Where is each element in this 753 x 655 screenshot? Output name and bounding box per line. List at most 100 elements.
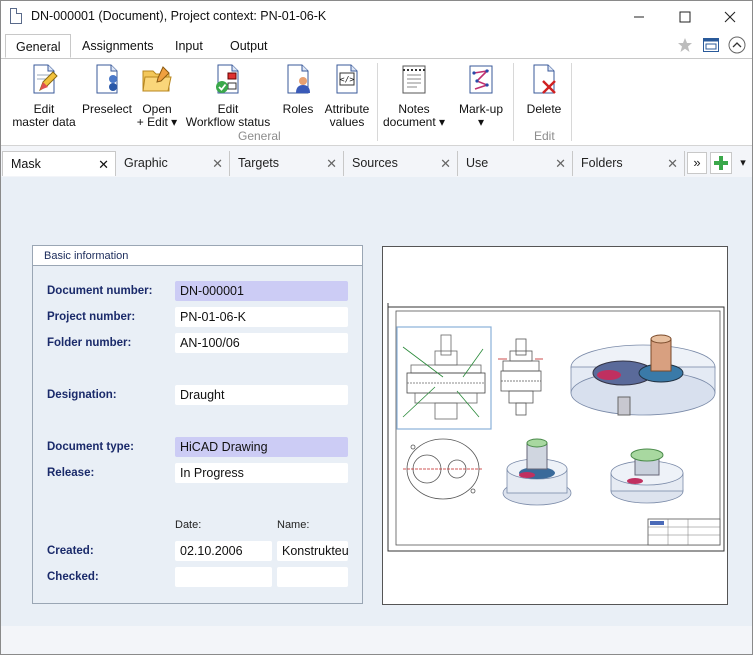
designation-label: Designation: bbox=[47, 389, 117, 401]
document-tab-strip: Mask ✕ Graphic ✕ Targets ✕ Sources ✕ Use… bbox=[1, 151, 752, 177]
drawing-preview[interactable] bbox=[382, 246, 728, 605]
title-bar[interactable]: DN-000001 (Document), Project context: P… bbox=[1, 1, 752, 32]
open-edit-button[interactable]: Open + Edit ▾ bbox=[135, 63, 179, 129]
release-label: Release: bbox=[47, 467, 95, 479]
tab-use[interactable]: Use ✕ bbox=[458, 151, 573, 176]
status-bar bbox=[1, 626, 752, 654]
window-title: DN-000001 (Document), Project context: P… bbox=[31, 9, 327, 23]
notes-label-2: document ▾ bbox=[382, 115, 446, 129]
window-layout-button[interactable] bbox=[701, 35, 721, 55]
checked-name-field[interactable] bbox=[277, 567, 348, 587]
document-type-field[interactable]: HiCAD Drawing bbox=[175, 437, 348, 457]
basic-information-header: Basic information bbox=[33, 246, 362, 266]
close-tab-icon[interactable]: ✕ bbox=[440, 151, 451, 176]
notes-document-button[interactable]: Notes document ▾ bbox=[379, 63, 449, 129]
ribbon-separator bbox=[571, 63, 572, 141]
delete-icon bbox=[533, 64, 556, 94]
tab-folders-label: Folders bbox=[581, 156, 623, 170]
tab-graphic[interactable]: Graphic ✕ bbox=[116, 151, 230, 176]
tab-folders[interactable]: Folders ✕ bbox=[573, 151, 685, 176]
favorite-button[interactable] bbox=[675, 35, 695, 55]
edit-document-icon bbox=[33, 64, 58, 94]
close-tab-icon[interactable]: ✕ bbox=[212, 151, 223, 176]
roles-label: Roles bbox=[282, 102, 314, 116]
roles-button[interactable]: Roles bbox=[279, 63, 317, 116]
ribbon-separator bbox=[513, 63, 514, 141]
close-tab-icon[interactable]: ✕ bbox=[98, 152, 109, 177]
tab-mask[interactable]: Mask ✕ bbox=[2, 151, 116, 176]
add-tab-button[interactable] bbox=[710, 152, 732, 174]
preselect-button[interactable]: Preselect bbox=[79, 63, 135, 116]
document-icon bbox=[10, 8, 22, 24]
document-number-label: Document number: bbox=[47, 285, 153, 297]
drawing-thumbnail bbox=[387, 303, 725, 552]
delete-button[interactable]: Delete bbox=[521, 63, 567, 116]
minimize-icon bbox=[634, 16, 644, 17]
tab-sources[interactable]: Sources ✕ bbox=[344, 151, 458, 176]
ribbon-tab-input[interactable]: Input bbox=[165, 34, 213, 58]
edit-master-data-button[interactable]: Edit master data bbox=[9, 63, 79, 129]
star-icon bbox=[678, 38, 692, 52]
created-date-field[interactable]: 02.10.2006 bbox=[175, 541, 272, 561]
ribbon-separator bbox=[377, 63, 378, 141]
release-field[interactable]: In Progress bbox=[175, 463, 348, 483]
markup-button[interactable]: Mark-up ▾ bbox=[453, 63, 509, 129]
add-tab-icon bbox=[714, 156, 728, 170]
ribbon-panel: Edit master data Preselect Open + Edit ▾… bbox=[1, 58, 752, 146]
name-column-header: Name: bbox=[277, 519, 310, 531]
created-name-field[interactable]: Konstrukteur bbox=[277, 541, 348, 561]
ribbon-group-edit-label: Edit bbox=[534, 129, 555, 143]
notes-icon bbox=[402, 65, 426, 94]
markup-icon bbox=[469, 65, 493, 94]
document-type-label: Document type: bbox=[47, 441, 134, 453]
date-column-header: Date: bbox=[175, 519, 202, 531]
tab-graphic-label: Graphic bbox=[124, 156, 168, 170]
window-layout-icon bbox=[703, 38, 719, 52]
basic-information-title: Basic information bbox=[44, 250, 129, 262]
checked-label: Checked: bbox=[47, 571, 99, 583]
preselect-icon bbox=[96, 64, 118, 94]
ribbon-tab-output[interactable]: Output bbox=[220, 34, 278, 58]
close-tab-icon[interactable]: ✕ bbox=[667, 151, 678, 176]
created-label: Created: bbox=[47, 545, 94, 557]
folder-number-field[interactable]: AN-100/06 bbox=[175, 333, 348, 353]
markup-label-2: ▾ bbox=[477, 115, 485, 129]
collapse-ribbon-button[interactable] bbox=[727, 35, 747, 55]
project-number-label: Project number: bbox=[47, 311, 136, 323]
tab-use-label: Use bbox=[466, 156, 489, 170]
tab-targets[interactable]: Targets ✕ bbox=[230, 151, 344, 176]
preselect-label: Preselect bbox=[81, 102, 133, 116]
ribbon-group-general-label: General bbox=[238, 129, 281, 143]
tab-menu-button[interactable]: ▾ bbox=[735, 152, 751, 174]
attribute-values-button[interactable]: </> Attribute values bbox=[319, 63, 375, 129]
tab-targets-label: Targets bbox=[238, 156, 279, 170]
attribute-values-label-2: values bbox=[329, 115, 365, 129]
ribbon-tab-general[interactable]: General bbox=[5, 34, 72, 58]
tab-sources-label: Sources bbox=[352, 156, 398, 170]
maximize-icon bbox=[679, 11, 691, 22]
close-tab-icon[interactable]: ✕ bbox=[555, 151, 566, 176]
tab-mask-label: Mask bbox=[11, 157, 41, 171]
maximize-button[interactable] bbox=[662, 1, 708, 32]
tab-overflow-button[interactable]: » bbox=[687, 152, 707, 174]
roles-icon bbox=[287, 64, 310, 94]
designation-field[interactable]: Draught bbox=[175, 385, 348, 405]
open-edit-label-2: + Edit ▾ bbox=[136, 115, 178, 129]
delete-label: Delete bbox=[526, 102, 562, 116]
ribbon-tab-assignments[interactable]: Assignments bbox=[72, 34, 164, 58]
close-button[interactable] bbox=[707, 1, 753, 32]
svg-text:</>: </> bbox=[340, 75, 355, 84]
ribbon-tab-strip: General Assignments Input Output bbox=[1, 32, 752, 58]
minimize-button[interactable] bbox=[616, 1, 662, 32]
project-number-field[interactable]: PN-01-06-K bbox=[175, 307, 348, 327]
close-icon bbox=[724, 11, 736, 22]
document-number-field[interactable]: DN-000001 bbox=[175, 281, 348, 301]
edit-workflow-status-button[interactable]: Edit Workflow status bbox=[181, 63, 275, 129]
folder-number-label: Folder number: bbox=[47, 337, 132, 349]
close-tab-icon[interactable]: ✕ bbox=[326, 151, 337, 176]
edit-workflow-label-2: Workflow status bbox=[185, 115, 271, 129]
attribute-values-icon: </> bbox=[336, 64, 358, 94]
workflow-status-icon bbox=[216, 64, 239, 94]
checked-date-field[interactable] bbox=[175, 567, 272, 587]
collapse-ribbon-icon bbox=[728, 36, 746, 54]
